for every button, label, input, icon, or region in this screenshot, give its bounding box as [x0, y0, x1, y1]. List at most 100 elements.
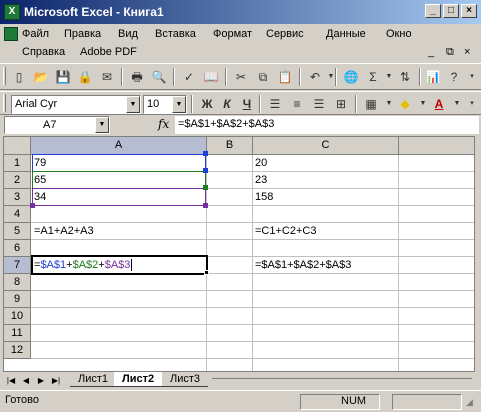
num-lock-indicator: NUM	[341, 395, 367, 407]
toolbar-grip[interactable]	[3, 94, 6, 112]
merge-center-icon[interactable]: ⊞	[331, 94, 351, 114]
row-header[interactable]: 2	[4, 172, 31, 189]
next-sheet-icon[interactable]: ▶	[35, 375, 47, 387]
column-header-a[interactable]: A	[31, 137, 207, 155]
mdi-close-button[interactable]: ×	[464, 46, 470, 58]
cell-c3[interactable]: 158	[253, 189, 398, 205]
row-header[interactable]: 10	[4, 308, 31, 325]
row-header[interactable]: 5	[4, 223, 31, 240]
borders-icon[interactable]: ▦	[361, 94, 381, 114]
save-icon[interactable]: 💾	[53, 67, 73, 87]
underline-button[interactable]: Ч	[237, 94, 257, 114]
sheet-tab-1[interactable]: Лист1	[70, 372, 117, 387]
font-name-combo[interactable]: Arial Cyr ▼	[11, 95, 141, 114]
hyperlink-icon[interactable]: 🌐	[341, 67, 361, 87]
spelling-icon[interactable]: ✓	[179, 67, 199, 87]
minimize-button[interactable]: _	[425, 4, 441, 18]
row-header[interactable]: 3	[4, 189, 31, 206]
status-mode: Готово	[5, 394, 39, 406]
chevron-down-icon[interactable]: ▼	[126, 96, 140, 113]
bold-button[interactable]: Ж	[197, 94, 217, 114]
toolbar-separator	[259, 95, 261, 113]
menu-file[interactable]: Файл	[22, 28, 49, 40]
sort-icon[interactable]: ⇅	[395, 67, 415, 87]
resize-grip-icon[interactable]: ◢	[466, 397, 473, 408]
column-header-c[interactable]: C	[253, 137, 399, 155]
permission-icon[interactable]: 🔒	[75, 67, 95, 87]
row-header[interactable]: 12	[4, 342, 31, 359]
column-header-d[interactable]	[399, 137, 474, 155]
column-header-b[interactable]: B	[207, 137, 253, 155]
font-size-combo[interactable]: 10 ▼	[143, 95, 187, 114]
open-icon[interactable]: 📂	[31, 67, 51, 87]
align-left-icon[interactable]: ☰	[265, 94, 285, 114]
research-icon[interactable]: 📖	[201, 67, 221, 87]
toolbar-grip[interactable]	[3, 67, 6, 85]
name-box[interactable]: A7 ▼	[4, 116, 110, 134]
first-sheet-icon[interactable]: |◀	[5, 375, 17, 387]
fill-color-icon[interactable]: ◆	[395, 94, 415, 114]
menu-window[interactable]: Окно	[386, 28, 412, 40]
align-right-icon[interactable]: ☰	[309, 94, 329, 114]
menu-help[interactable]: Справка	[22, 46, 65, 58]
menu-insert[interactable]: Вставка	[155, 28, 196, 40]
mdi-minimize-button[interactable]: _	[428, 46, 434, 58]
insert-function-icon[interactable]: fx	[158, 117, 169, 131]
copy-icon[interactable]: ⧉	[253, 67, 273, 87]
title-bar: X Microsoft Excel - Книга1 _ □ ×	[0, 0, 481, 24]
cell-c2[interactable]: 23	[253, 172, 398, 188]
menu-view[interactable]: Вид	[118, 28, 138, 40]
row-header[interactable]: 8	[4, 274, 31, 291]
vertical-scrollbar[interactable]	[475, 136, 481, 372]
mdi-restore-button[interactable]: ⧉	[446, 46, 454, 59]
row-header-selected[interactable]: 7	[4, 257, 31, 274]
cell-a2[interactable]: 65	[32, 172, 206, 188]
font-color-icon[interactable]: A	[429, 94, 449, 114]
paste-icon[interactable]: 📋	[275, 67, 295, 87]
workbook-icon[interactable]	[4, 27, 18, 41]
print-preview-icon[interactable]: 🔍	[149, 67, 169, 87]
cell-c7[interactable]: =$A$1+$A$2+$A$3	[253, 257, 398, 273]
close-button[interactable]: ×	[461, 4, 477, 18]
maximize-button[interactable]: □	[443, 4, 459, 18]
last-sheet-icon[interactable]: ▶|	[50, 375, 62, 387]
row-header[interactable]: 6	[4, 240, 31, 257]
select-all-button[interactable]	[4, 137, 31, 155]
toolbar-options-icon[interactable]: ▾	[462, 94, 481, 114]
cell-a1[interactable]: 79	[32, 155, 206, 171]
cell-a3[interactable]: 34	[32, 189, 206, 205]
email-icon[interactable]: ✉	[97, 67, 117, 87]
print-icon[interactable]: 🖶	[127, 67, 147, 87]
sheet-tab-3[interactable]: Лист3	[162, 372, 209, 387]
menu-edit[interactable]: Правка	[64, 28, 101, 40]
menu-tools[interactable]: Сервис	[266, 28, 304, 40]
help-icon[interactable]: ?	[444, 67, 464, 87]
align-center-icon[interactable]: ≡	[287, 94, 307, 114]
horizontal-scrollbar-track[interactable]	[212, 378, 472, 379]
chevron-down-icon[interactable]: ▼	[95, 117, 109, 133]
prev-sheet-icon[interactable]: ◀	[20, 375, 32, 387]
spreadsheet-grid[interactable]: A B C 1 2 3 4 5 6 7 8 9 10 11 12 79 65 3…	[3, 136, 475, 372]
menu-format[interactable]: Формат	[213, 28, 252, 40]
row-header[interactable]: 1	[4, 155, 31, 172]
menu-adobe-pdf[interactable]: Adobe PDF	[80, 46, 137, 58]
chart-wizard-icon[interactable]: 📊	[423, 67, 443, 87]
cell-a5[interactable]: =A1+A2+A3	[32, 223, 206, 239]
italic-button[interactable]: К	[217, 94, 237, 114]
cell-a7-editing[interactable]: =$A$1+$A$2+$A$3	[32, 257, 206, 273]
row-header[interactable]: 11	[4, 325, 31, 342]
chevron-down-icon[interactable]: ▼	[172, 96, 186, 113]
cut-icon[interactable]: ✂	[231, 67, 251, 87]
menu-data[interactable]: Данные	[326, 28, 366, 40]
new-icon[interactable]: ▯	[9, 67, 29, 87]
sheet-tab-2-active[interactable]: Лист2	[114, 372, 163, 387]
toolbar-options-icon[interactable]: ▾	[462, 67, 481, 87]
row-header[interactable]: 4	[4, 206, 31, 223]
excel-app-icon[interactable]: X	[4, 4, 20, 20]
cell-c5[interactable]: =C1+C2+C3	[253, 223, 398, 239]
cell-c1[interactable]: 20	[253, 155, 398, 171]
row-header[interactable]: 9	[4, 291, 31, 308]
formula-input[interactable]: =$A$1+$A$2+$A$3	[175, 116, 479, 134]
undo-dropdown-icon[interactable]: ▼	[321, 67, 341, 87]
menu-bar: Файл Правка Вид Вставка Формат Сервис Да…	[0, 24, 481, 62]
